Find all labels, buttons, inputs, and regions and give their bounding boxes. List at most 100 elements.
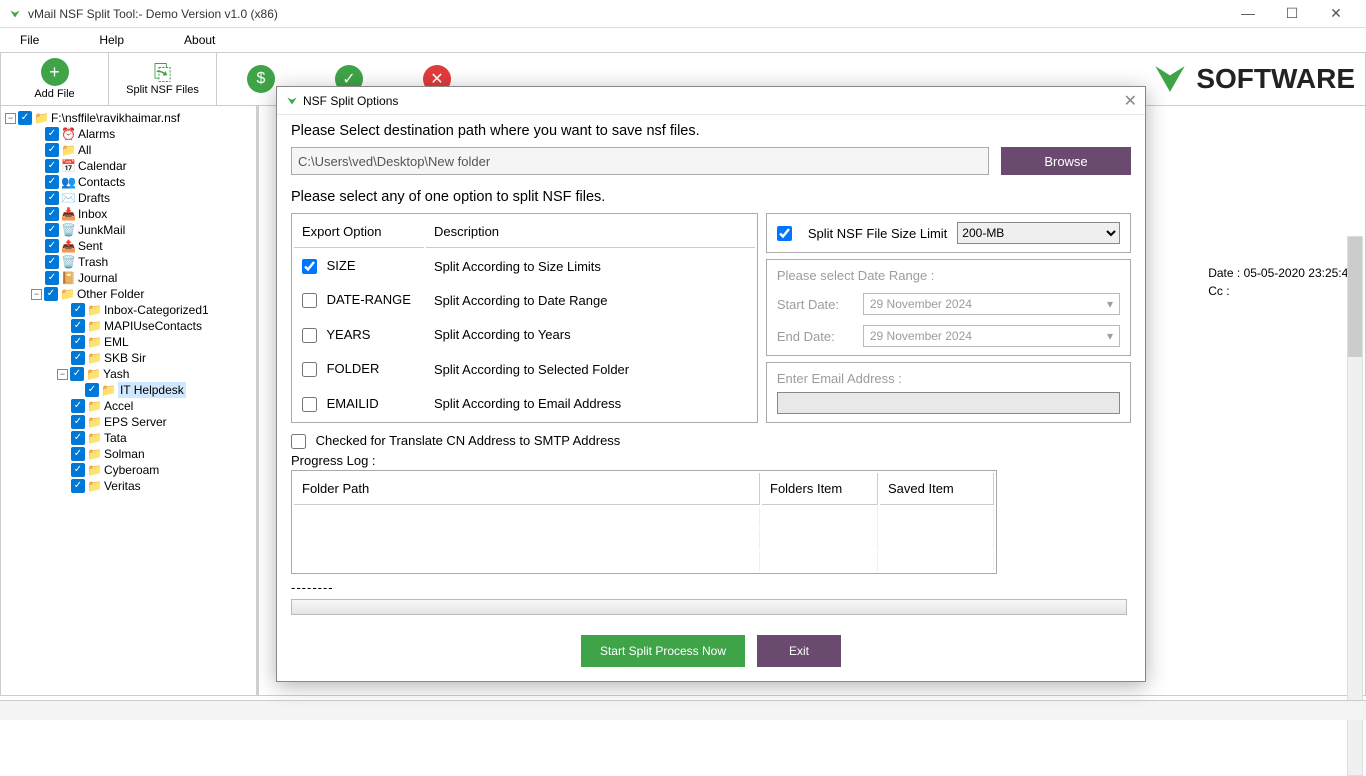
export-option-row[interactable]: YEARSSplit According to Years <box>294 319 755 351</box>
nsf-split-options-dialog: NSF Split Options ✕ Please Select destin… <box>276 86 1146 682</box>
export-option-row[interactable]: SIZESplit According to Size Limits <box>294 250 755 282</box>
add-file-label: Add File <box>34 88 74 100</box>
email-input[interactable] <box>777 392 1120 414</box>
checkbox-icon[interactable]: ✓ <box>71 335 85 349</box>
checkbox-icon[interactable]: ✓ <box>71 319 85 333</box>
option-desc: Split According to Size Limits <box>426 250 755 282</box>
checkbox-icon[interactable]: ✓ <box>45 143 59 157</box>
tree-item[interactable]: Sent <box>78 238 103 254</box>
email-box: Enter Email Address : <box>766 362 1131 423</box>
minimize-button[interactable]: — <box>1226 5 1270 22</box>
destination-path-input[interactable] <box>291 147 989 175</box>
tree-item[interactable]: Veritas <box>104 478 141 494</box>
tree-item[interactable]: Inbox <box>78 206 107 222</box>
checkbox-icon[interactable]: ✓ <box>71 431 85 445</box>
export-option-row[interactable]: FOLDERSplit According to Selected Folder <box>294 353 755 385</box>
tree-item[interactable]: All <box>78 142 91 158</box>
tree-item[interactable]: EML <box>104 334 129 350</box>
checkbox-icon[interactable]: ✓ <box>85 383 99 397</box>
exit-button[interactable]: Exit <box>757 635 841 667</box>
tree-item[interactable]: Inbox-Categorized1 <box>104 302 209 318</box>
option-checkbox[interactable] <box>302 362 317 377</box>
tree-root[interactable]: F:\nsffile\ravikhaimar.nsf <box>51 110 180 126</box>
checkbox-icon[interactable]: ✓ <box>71 415 85 429</box>
checkbox-icon[interactable]: ✓ <box>71 351 85 365</box>
tree-item[interactable]: EPS Server <box>104 414 167 430</box>
tree-item[interactable]: Accel <box>104 398 133 414</box>
checkbox-icon[interactable]: ✓ <box>44 287 58 301</box>
checkbox-icon[interactable]: ✓ <box>71 399 85 413</box>
calendar-icon: ▾ <box>1107 329 1113 343</box>
export-option-row[interactable]: DATE-RANGESplit According to Date Range <box>294 284 755 316</box>
collapse-icon[interactable]: − <box>5 113 16 124</box>
option-checkbox[interactable] <box>302 259 317 274</box>
checkbox-icon[interactable]: ✓ <box>70 367 84 381</box>
maximize-button[interactable]: ☐ <box>1270 5 1314 22</box>
tree-item[interactable]: Drafts <box>78 190 110 206</box>
option-checkbox[interactable] <box>302 397 317 412</box>
size-limit-label: Split NSF File Size Limit <box>808 226 947 241</box>
checkbox-icon[interactable]: ✓ <box>71 447 85 461</box>
option-desc: Split According to Selected Folder <box>426 353 755 385</box>
checkbox-icon[interactable]: ✓ <box>45 223 59 237</box>
scrollbar-thumb[interactable] <box>1348 237 1362 357</box>
option-desc: Split According to Email Address <box>426 388 755 420</box>
menu-file[interactable]: File <box>20 33 39 47</box>
menu-about[interactable]: About <box>184 33 215 47</box>
date-range-heading: Please select Date Range : <box>777 268 1120 283</box>
option-checkbox[interactable] <box>302 293 317 308</box>
tree-item[interactable]: Journal <box>78 270 117 286</box>
tree-item[interactable]: Contacts <box>78 174 125 190</box>
export-option-row[interactable]: EMAILIDSplit According to Email Address <box>294 388 755 420</box>
tree-other-folder[interactable]: Other Folder <box>77 286 144 302</box>
checkbox-icon[interactable]: ✓ <box>45 175 59 189</box>
tree-item[interactable]: Alarms <box>78 126 115 142</box>
checkbox-icon[interactable]: ✓ <box>45 191 59 205</box>
tree-item[interactable]: JunkMail <box>78 222 125 238</box>
dollar-icon[interactable]: $ <box>247 65 275 93</box>
browse-button[interactable]: Browse <box>1001 147 1131 175</box>
option-checkbox[interactable] <box>302 328 317 343</box>
start-date-field[interactable]: 29 November 2024▾ <box>863 293 1120 315</box>
checkbox-icon[interactable]: ✓ <box>45 127 59 141</box>
tree-item[interactable]: Tata <box>104 430 127 446</box>
checkbox-icon[interactable]: ✓ <box>45 271 59 285</box>
cc-label: Cc : <box>1208 284 1355 298</box>
checkbox-icon[interactable]: ✓ <box>71 463 85 477</box>
dialog-close-button[interactable]: ✕ <box>1124 91 1137 111</box>
translate-cn-checkbox[interactable] <box>291 434 306 449</box>
collapse-icon[interactable]: − <box>31 289 42 300</box>
menu-help[interactable]: Help <box>99 33 124 47</box>
add-file-button[interactable]: + Add File <box>1 53 109 105</box>
collapse-icon[interactable]: − <box>57 369 68 380</box>
split-nsf-button[interactable]: ⎘ Split NSF Files <box>109 53 217 105</box>
tree-item[interactable]: Calendar <box>78 158 127 174</box>
tree-item[interactable]: Cyberoam <box>104 462 159 478</box>
folder-icon: 📁 <box>87 414 102 430</box>
scrollbar[interactable] <box>1347 236 1363 776</box>
checkbox-icon[interactable]: ✓ <box>18 111 32 125</box>
folder-icon: 📁 <box>87 302 102 318</box>
start-split-button[interactable]: Start Split Process Now <box>581 635 745 667</box>
size-limit-select[interactable]: 200-MB <box>957 222 1120 244</box>
checkbox-icon[interactable]: ✓ <box>45 159 59 173</box>
tree-item[interactable]: Trash <box>78 254 108 270</box>
tree-yash[interactable]: Yash <box>103 366 129 382</box>
folder-icon: 📁 <box>87 462 102 478</box>
folder-icon: 🗑️ <box>61 254 76 270</box>
tree-item[interactable]: Solman <box>104 446 145 462</box>
tree-item[interactable]: MAPIUseContacts <box>104 318 202 334</box>
email-label: Enter Email Address : <box>777 371 1120 386</box>
tree-it-helpdesk[interactable]: IT Helpdesk <box>118 382 186 398</box>
checkbox-icon[interactable]: ✓ <box>45 239 59 253</box>
tree-item[interactable]: SKB Sir <box>104 350 146 366</box>
end-date-field[interactable]: 29 November 2024▾ <box>863 325 1120 347</box>
checkbox-icon[interactable]: ✓ <box>45 207 59 221</box>
checkbox-icon[interactable]: ✓ <box>71 303 85 317</box>
close-button[interactable]: ✕ <box>1314 5 1358 22</box>
th-description: Description <box>426 216 755 248</box>
size-limit-checkbox[interactable] <box>777 226 792 241</box>
checkbox-icon[interactable]: ✓ <box>71 479 85 493</box>
folder-tree[interactable]: − ✓ 📁 F:\nsffile\ravikhaimar.nsf ✓⏰Alarm… <box>1 106 259 695</box>
checkbox-icon[interactable]: ✓ <box>45 255 59 269</box>
